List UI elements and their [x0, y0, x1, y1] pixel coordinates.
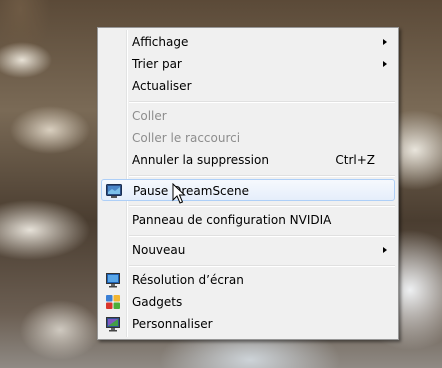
menu-item-coller-raccourci: Coller le raccourci	[101, 127, 395, 149]
menu-separator	[129, 265, 395, 267]
mouse-pointer-icon	[172, 183, 186, 204]
menu-item-label: Pause DreamScene	[133, 184, 250, 198]
menu-item-actualiser[interactable]: Actualiser	[101, 75, 395, 97]
display-resolution-icon	[105, 272, 121, 288]
menu-item-label: Affichage	[132, 35, 189, 49]
menu-item-label: Trier par	[132, 57, 182, 71]
menu-item-label: Gadgets	[132, 295, 183, 309]
menu-separator	[129, 205, 395, 207]
menu-item-annuler-suppression[interactable]: Annuler la suppression Ctrl+Z	[101, 149, 395, 171]
menu-item-label: Personnaliser	[132, 317, 213, 331]
submenu-arrow-icon	[383, 247, 387, 253]
submenu-arrow-icon	[383, 39, 387, 45]
menu-item-nouveau[interactable]: Nouveau	[101, 239, 395, 261]
menu-item-label: Actualiser	[132, 79, 192, 93]
menu-item-trier-par[interactable]: Trier par	[101, 53, 395, 75]
menu-item-label: Résolution d’écran	[132, 273, 244, 287]
menu-item-label: Panneau de configuration NVIDIA	[132, 213, 332, 227]
menu-separator	[129, 101, 395, 103]
menu-item-pause-dreamscene[interactable]: Pause DreamScene	[101, 179, 395, 201]
dreamscene-icon	[106, 183, 122, 199]
menu-item-label: Nouveau	[132, 243, 186, 257]
menu-item-label: Coller le raccourci	[132, 131, 241, 145]
menu-item-nvidia-control-panel[interactable]: Panneau de configuration NVIDIA	[101, 209, 395, 231]
desktop-context-menu: Affichage Trier par Actualiser Coller Co…	[97, 27, 399, 340]
personalize-icon	[105, 316, 121, 332]
menu-item-label: Coller	[132, 109, 167, 123]
menu-item-resolution-ecran[interactable]: Résolution d’écran	[101, 269, 395, 291]
menu-item-gadgets[interactable]: Gadgets	[101, 291, 395, 313]
menu-item-label: Annuler la suppression	[132, 153, 269, 167]
menu-separator	[129, 175, 395, 177]
menu-item-shortcut: Ctrl+Z	[335, 153, 375, 167]
gadgets-icon	[105, 294, 121, 310]
submenu-arrow-icon	[383, 61, 387, 67]
menu-separator	[129, 235, 395, 237]
menu-item-affichage[interactable]: Affichage	[101, 31, 395, 53]
menu-item-coller: Coller	[101, 105, 395, 127]
menu-item-personnaliser[interactable]: Personnaliser	[101, 313, 395, 335]
